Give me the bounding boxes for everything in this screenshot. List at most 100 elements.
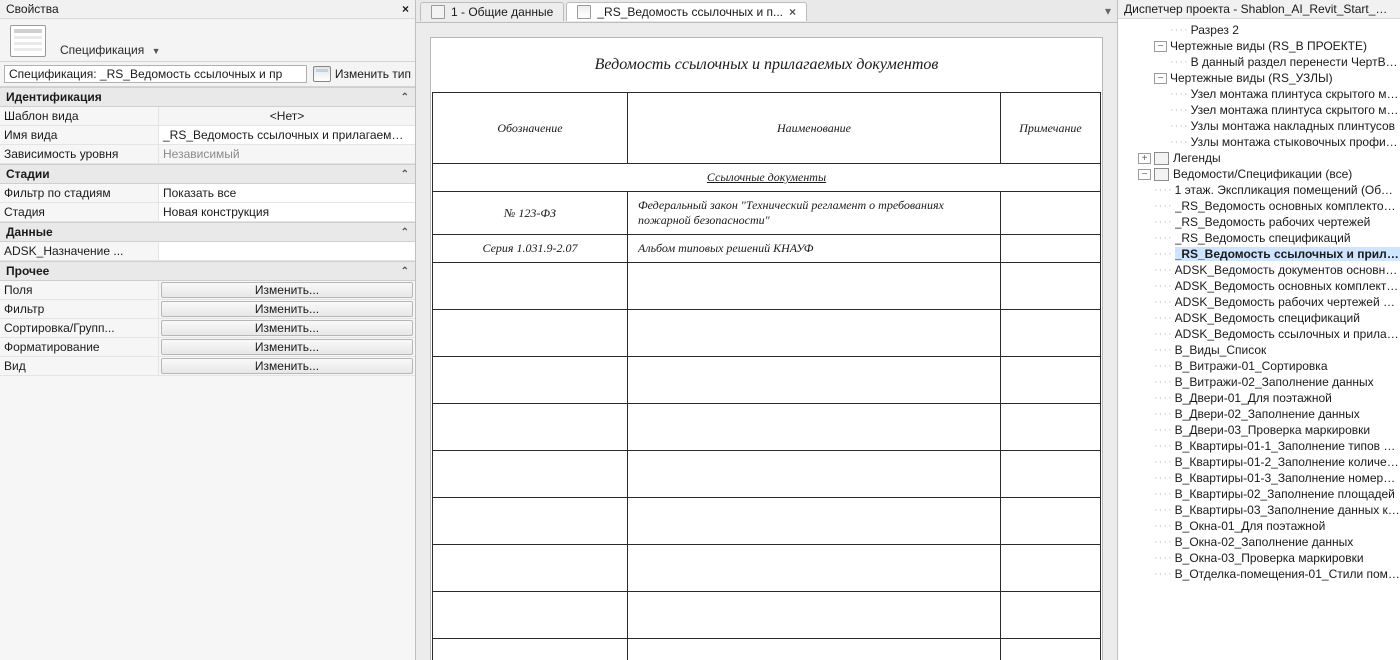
tree-node[interactable]: −Чертежные виды (RS_В ПРОЕКТЕ) [1118,38,1400,54]
cell-name[interactable]: Альбом типовых решений КНАУФ [628,235,1001,263]
view-tab-label: 1 - Общие данные [451,5,553,19]
close-icon[interactable]: × [789,5,796,19]
tree-node[interactable]: ····Узел монтажа плинтуса скрытого монта… [1118,86,1400,102]
tree-node[interactable]: ····_RS_Ведомость спецификаций [1118,230,1400,246]
close-icon[interactable]: × [402,2,409,16]
edit-type-button[interactable]: Изменить тип [313,66,411,82]
col-header-a[interactable]: Обозначение [433,93,628,164]
property-category[interactable]: Данные⌃ [0,222,415,242]
property-edit-button[interactable]: Изменить... [161,358,413,374]
tree-node[interactable]: ····Узлы монтажа накладных плинтусов [1118,118,1400,134]
tree-node[interactable]: ····1 этаж. Экспликация помещений (Обмер… [1118,182,1400,198]
property-edit-button[interactable]: Изменить... [161,320,413,336]
tree-node[interactable]: ····В_Двери-01_Для поэтажной [1118,390,1400,406]
chevron-down-icon[interactable]: ▼ [152,46,161,56]
view-tab[interactable]: _RS_Ведомость ссылочных и п...× [566,2,807,21]
table-row[interactable]: № 123-ФЗФедеральный закон "Технический р… [433,192,1101,235]
col-header-c[interactable]: Примечание [1001,93,1101,164]
property-value[interactable]: _RS_Ведомость ссылочных и прилагаемых ..… [158,126,415,144]
tree-node[interactable]: −Чертежные виды (RS_УЗЛЫ) [1118,70,1400,86]
table-row[interactable] [433,498,1101,545]
tree-node[interactable]: ····ADSK_Ведомость ссылочных и прилагаем… [1118,326,1400,342]
tree-node[interactable]: ····Узел монтажа плинтуса скрытого монта… [1118,102,1400,118]
project-tree[interactable]: ····Разрез 2−Чертежные виды (RS_В ПРОЕКТ… [1118,19,1400,660]
tree-node-label: В_Квартиры-02_Заполнение площадей [1175,487,1395,501]
property-grid: Идентификация⌃Шаблон вида<Нет>Имя вида_R… [0,87,415,660]
property-value[interactable] [158,242,415,260]
tree-node[interactable]: ····В_Окна-03_Проверка маркировки [1118,550,1400,566]
tree-node[interactable]: ····Разрез 2 [1118,22,1400,38]
property-edit-button[interactable]: Изменить... [161,339,413,355]
tree-node-label: В_Квартиры-01-1_Заполнение типов помещ [1175,439,1400,453]
property-edit-button[interactable]: Изменить... [161,301,413,317]
schedule-subtitle[interactable]: Ссылочные документы [433,164,1101,192]
table-row[interactable] [433,545,1101,592]
cell-designation[interactable]: Серия 1.031.9-2.07 [433,235,628,263]
tree-node[interactable]: ····ADSK_Ведомость рабочих чертежей осно… [1118,294,1400,310]
property-category[interactable]: Идентификация⌃ [0,87,415,107]
table-row[interactable]: Серия 1.031.9-2.07Альбом типовых решений… [433,235,1101,263]
table-row[interactable] [433,592,1101,639]
collapse-icon[interactable]: − [1154,73,1167,84]
tree-node-label: ADSK_Ведомость ссылочных и прилагаемых [1175,327,1400,341]
tree-node[interactable]: −Ведомости/Спецификации (все) [1118,166,1400,182]
tree-node[interactable]: ····В данный раздел перенести ЧертВиды д [1118,54,1400,70]
tree-node[interactable]: ····В_Квартиры-02_Заполнение площадей [1118,486,1400,502]
tabs-overflow-icon[interactable]: ▾ [1099,4,1117,18]
folder-icon [1154,152,1169,165]
tree-node[interactable]: ····В_Квартиры-01-1_Заполнение типов пом… [1118,438,1400,454]
properties-panel: Свойства × Спецификация ▼ Спецификация: … [0,0,416,660]
tree-node[interactable]: ····_RS_Ведомость ссылочных и прилагаемы… [1118,246,1400,262]
tree-node[interactable]: ····В_Отделка-помещения-01_Стили помещен… [1118,566,1400,582]
property-category[interactable]: Прочее⌃ [0,261,415,281]
tree-node[interactable]: ····В_Квартиры-01-2_Заполнение количеств… [1118,454,1400,470]
tree-node[interactable]: ····Узлы монтажа стыковочных профилей [1118,134,1400,150]
collapse-icon[interactable]: − [1138,169,1151,180]
property-row: СтадияНовая конструкция [0,203,415,222]
tree-node[interactable]: ····В_Окна-02_Заполнение данных [1118,534,1400,550]
property-category[interactable]: Стадии⌃ [0,164,415,184]
view-tab-icon [431,5,445,19]
tree-node[interactable]: ····В_Витражи-02_Заполнение данных [1118,374,1400,390]
cell-note[interactable] [1001,192,1101,235]
collapse-icon[interactable]: − [1154,41,1167,52]
chevron-up-icon: ⌃ [401,266,409,277]
tree-connector: ···· [1170,104,1189,116]
tree-node[interactable]: ····ADSK_Ведомость документов основного … [1118,262,1400,278]
tree-node[interactable]: ····В_Квартиры-01-3_Заполнение номеров к… [1118,470,1400,486]
cell-note[interactable] [1001,235,1101,263]
canvas[interactable]: Ведомость ссылочных и прилагаемых докуме… [416,23,1117,660]
property-value[interactable]: Показать все [158,184,415,202]
tree-node[interactable]: ····В_Квартиры-03_Заполнение данных квар… [1118,502,1400,518]
table-row[interactable] [433,263,1101,310]
property-value[interactable]: <Нет> [158,107,415,125]
type-selector[interactable]: Спецификация: _RS_Ведомость ссылочных и … [4,65,307,83]
tree-node[interactable]: ····В_Двери-02_Заполнение данных [1118,406,1400,422]
tree-node[interactable]: +Легенды [1118,150,1400,166]
tree-node[interactable]: ····В_Двери-03_Проверка маркировки [1118,422,1400,438]
table-row[interactable] [433,404,1101,451]
tree-node[interactable]: ····В_Виды_Список [1118,342,1400,358]
table-row[interactable] [433,451,1101,498]
col-header-b[interactable]: Наименование [628,93,1001,164]
tree-node[interactable]: ····_RS_Ведомость основных комплектов ра… [1118,198,1400,214]
tree-node[interactable]: ····В_Окна-01_Для поэтажной [1118,518,1400,534]
table-row[interactable] [433,310,1101,357]
view-tab[interactable]: 1 - Общие данные [420,2,564,21]
schedule-icon[interactable] [10,25,46,57]
table-row[interactable] [433,357,1101,404]
property-edit-button[interactable]: Изменить... [161,282,413,298]
tree-node[interactable]: ····_RS_Ведомость рабочих чертежей [1118,214,1400,230]
cell-name[interactable]: Федеральный закон "Технический регламент… [628,192,1001,235]
properties-title: Свойства [6,2,59,16]
tree-node[interactable]: ····ADSK_Ведомость спецификаций [1118,310,1400,326]
cell-designation[interactable]: № 123-ФЗ [433,192,628,235]
table-row[interactable] [433,639,1101,660]
tree-node[interactable]: ····В_Витражи-01_Сортировка [1118,358,1400,374]
property-value[interactable]: Новая конструкция [158,203,415,221]
expand-icon[interactable]: + [1138,153,1151,164]
tree-node-label: В_Двери-02_Заполнение данных [1175,407,1360,421]
property-value[interactable]: Независимый [158,145,415,163]
tree-node[interactable]: ····ADSK_Ведомость основных комплектов р… [1118,278,1400,294]
schedule-table[interactable]: Обозначение Наименование Примечание Ссыл… [432,92,1101,660]
